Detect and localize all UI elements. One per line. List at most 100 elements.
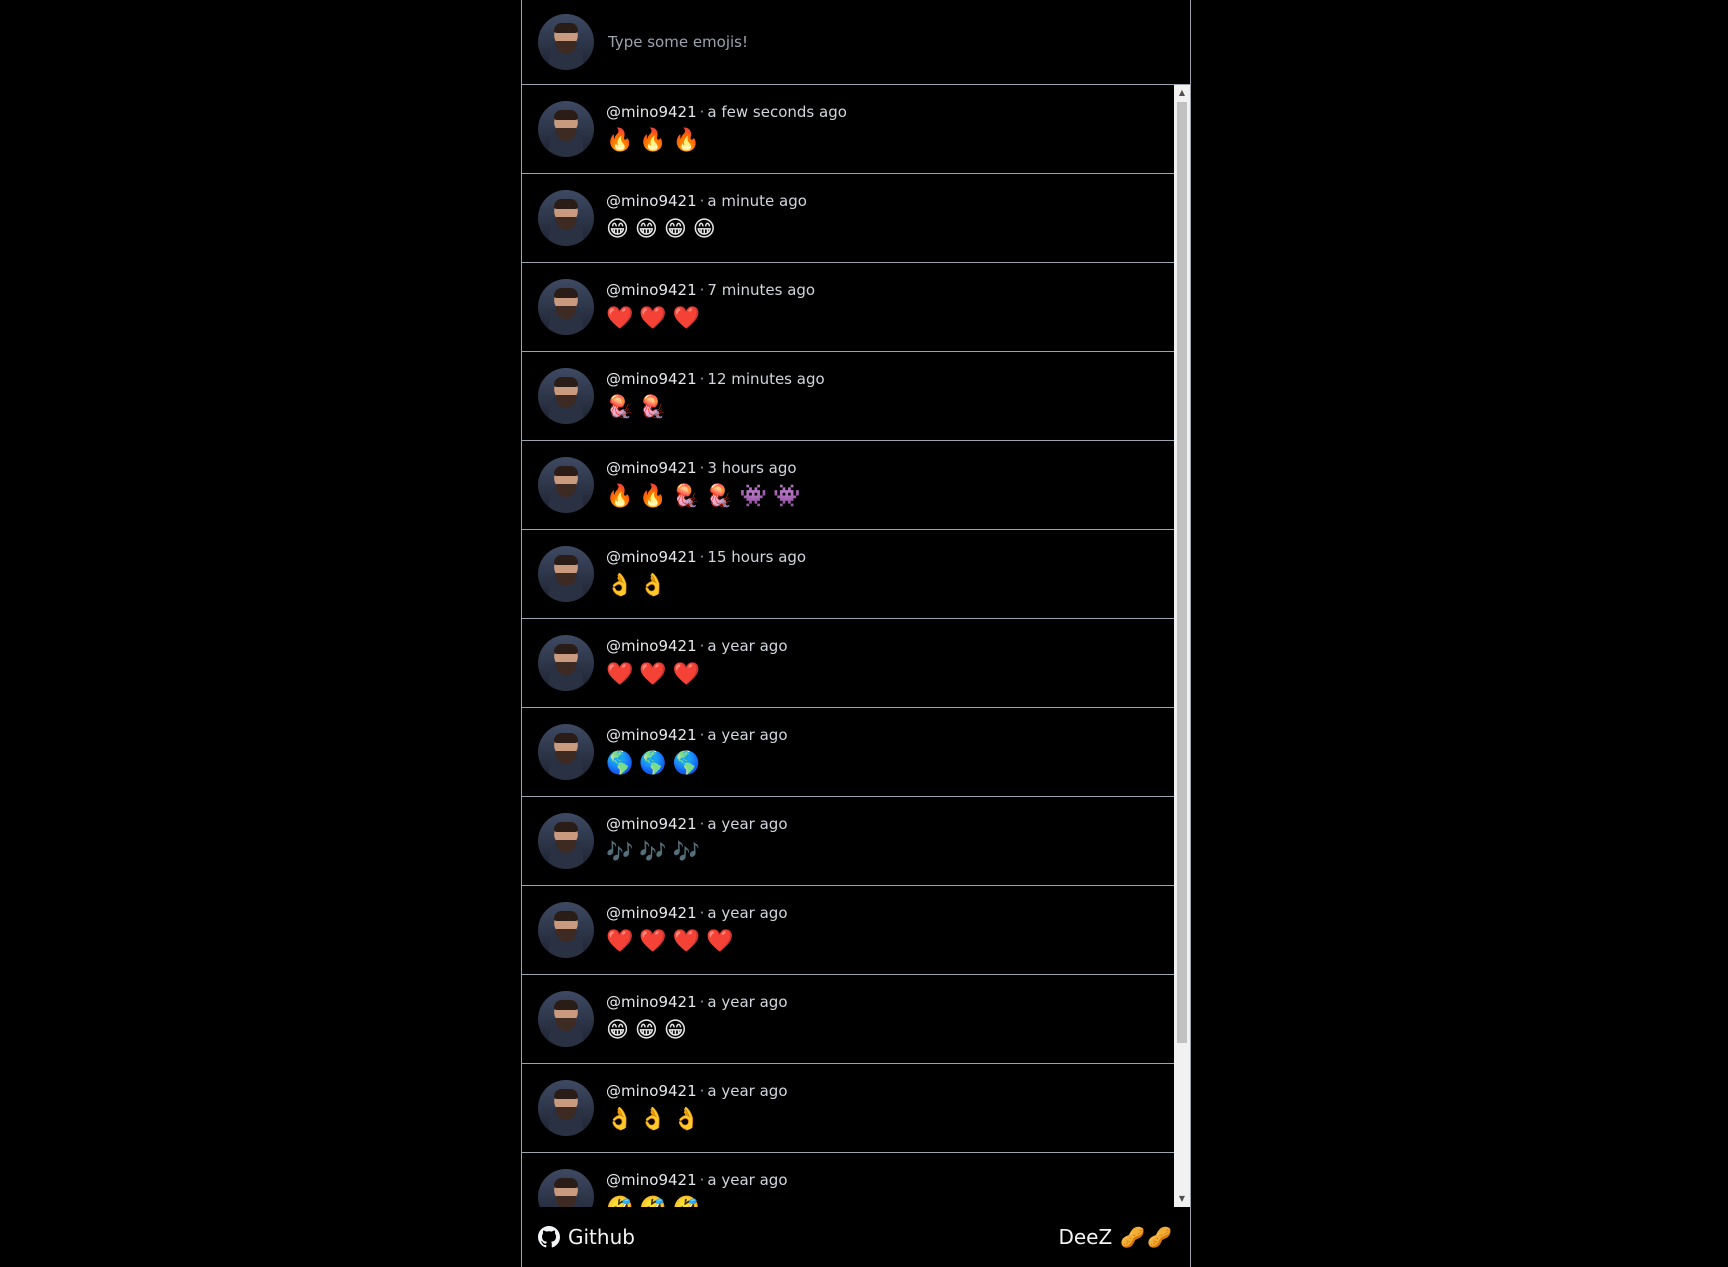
- scroll-down-icon[interactable]: ▼: [1174, 1191, 1190, 1207]
- avatar: [538, 902, 594, 958]
- meta-separator: ·: [699, 815, 705, 833]
- post-emojis: 👌👌👌: [606, 1107, 707, 1132]
- meta-separator: ·: [699, 103, 705, 121]
- meta-separator: ·: [699, 1171, 705, 1189]
- avatar: [538, 1169, 594, 1207]
- post-timestamp: a year ago: [707, 637, 788, 655]
- post-meta: @mino9421 · a year ago: [606, 1081, 788, 1101]
- post-emojis: 👌👌: [606, 573, 673, 598]
- post-emojis: ❤️❤️❤️❤️: [606, 929, 740, 954]
- github-link[interactable]: Github: [538, 1225, 635, 1249]
- post-timestamp: a year ago: [707, 815, 788, 833]
- meta-separator: ·: [699, 637, 705, 655]
- meta-separator: ·: [699, 993, 705, 1011]
- post-body: @mino9421 · a year ago 👌👌👌: [606, 1081, 788, 1135]
- post-item: @mino9421 · a year ago ❤️❤️❤️❤️: [522, 886, 1176, 975]
- post-username[interactable]: @mino9421: [606, 1171, 697, 1189]
- post-meta: @mino9421 · a year ago: [606, 992, 788, 1012]
- post-emojis: 🎶🎶🎶: [606, 840, 707, 865]
- post-item: @mino9421 · a year ago 👌👌👌: [522, 1064, 1176, 1153]
- post-item: @mino9421 · a year ago 🌎🌎🌎: [522, 708, 1176, 797]
- avatar: [538, 14, 594, 70]
- post-emojis: 🪼🪼: [606, 395, 673, 420]
- avatar: [538, 813, 594, 869]
- post-username[interactable]: @mino9421: [606, 1082, 697, 1100]
- post-username[interactable]: @mino9421: [606, 192, 697, 210]
- app-container: @mino9421·a few seconds ago🔥🔥🔥@mino9421·…: [521, 0, 1191, 1267]
- post-meta: @mino9421 · 15 hours ago: [606, 547, 806, 567]
- post-feed: @mino9421 · a few seconds ago 🔥🔥🔥 @mino9421 ·…: [522, 85, 1176, 1207]
- post-body: @mino9421 · a year ago 🌎🌎🌎: [606, 725, 788, 779]
- post-item: @mino9421 · 7 minutes ago ❤️❤️❤️: [522, 263, 1176, 352]
- post-emojis: 😁😁😁😁: [606, 217, 722, 242]
- post-item: @mino9421 · 15 hours ago 👌👌: [522, 530, 1176, 619]
- avatar: [538, 635, 594, 691]
- post-timestamp: 15 hours ago: [707, 548, 807, 566]
- post-emojis: 🌎🌎🌎: [606, 751, 707, 776]
- meta-separator: ·: [699, 548, 705, 566]
- brand: DeeZ 🥜🥜: [1058, 1225, 1174, 1249]
- meta-separator: ·: [699, 1082, 705, 1100]
- post-emojis: 🔥🔥🔥: [606, 128, 707, 153]
- post-emojis: 😁😁😁: [606, 1018, 693, 1043]
- post-timestamp: a few seconds ago: [707, 103, 847, 121]
- github-label: Github: [568, 1225, 635, 1249]
- avatar: [538, 724, 594, 780]
- post-username[interactable]: @mino9421: [606, 993, 697, 1011]
- post-timestamp: a year ago: [707, 1171, 788, 1189]
- scroll-up-icon[interactable]: ▲: [1174, 85, 1190, 101]
- vertical-scrollbar[interactable]: ▲ ▼: [1174, 85, 1190, 1207]
- post-item: @mino9421 · a year ago 🎶🎶🎶: [522, 797, 1176, 886]
- post-timestamp: 3 hours ago: [707, 459, 797, 477]
- post-item: @mino9421 · a minute ago 😁😁😁😁: [522, 174, 1176, 263]
- post-emojis: 🤣🤣🤣: [606, 1194, 788, 1207]
- post-username[interactable]: @mino9421: [606, 904, 697, 922]
- brand-emoji: 🥜🥜: [1120, 1225, 1174, 1249]
- post-item: @mino9421 · 12 minutes ago 🪼🪼: [522, 352, 1176, 441]
- post-username[interactable]: @mino9421: [606, 370, 697, 388]
- scroll-thumb[interactable]: [1177, 102, 1187, 1043]
- post-username[interactable]: @mino9421: [606, 815, 697, 833]
- post-item: @mino9421 · a year ago 😁😁😁: [522, 975, 1176, 1064]
- post-username[interactable]: @mino9421: [606, 548, 697, 566]
- post-meta: @mino9421 · a year ago: [606, 814, 788, 834]
- post-emojis: 🔥🔥🪼🪼👾👾: [606, 484, 807, 509]
- post-username[interactable]: @mino9421: [606, 281, 697, 299]
- post-body: @mino9421 · a year ago 😁😁😁: [606, 992, 788, 1046]
- post-timestamp: 7 minutes ago: [707, 281, 816, 299]
- avatar: [538, 101, 594, 157]
- meta-separator: ·: [699, 192, 705, 210]
- post-body: @mino9421 · 15 hours ago 👌👌: [606, 547, 806, 601]
- footer: Github DeeZ 🥜🥜: [522, 1207, 1190, 1267]
- post-timestamp: a year ago: [707, 993, 788, 1011]
- post-meta: @mino9421 · a year ago: [606, 903, 788, 923]
- post-body: @mino9421 · a year ago ❤️❤️❤️❤️: [606, 903, 788, 957]
- post-item: @mino9421 · 3 hours ago 🔥🔥🪼🪼👾👾: [522, 441, 1176, 530]
- post-emojis: ❤️❤️❤️: [606, 662, 707, 687]
- post-timestamp: a year ago: [707, 726, 788, 744]
- post-username[interactable]: @mino9421: [606, 459, 697, 477]
- emoji-input[interactable]: [606, 21, 1190, 63]
- post-meta: @mino9421 · a few seconds ago: [606, 102, 847, 122]
- post-timestamp: a minute ago: [707, 192, 807, 210]
- avatar: [538, 457, 594, 513]
- post-timestamp: a year ago: [707, 904, 788, 922]
- post-username[interactable]: @mino9421: [606, 726, 697, 744]
- post-item: @mino9421 · a few seconds ago 🔥🔥🔥: [522, 85, 1176, 174]
- post-timestamp: a year ago: [707, 1082, 788, 1100]
- post-body: @mino9421·a year ago 🤣🤣🤣: [606, 1170, 788, 1207]
- post-emojis: ❤️❤️❤️: [606, 306, 707, 331]
- post-meta: @mino9421 · 3 hours ago: [606, 458, 806, 478]
- meta-separator: ·: [699, 459, 705, 477]
- post-item: @mino9421·a year ago 🤣🤣🤣: [522, 1153, 1176, 1207]
- post-username[interactable]: @mino9421: [606, 637, 697, 655]
- avatar: [538, 190, 594, 246]
- post-body: @mino9421 · a year ago ❤️❤️❤️: [606, 636, 788, 690]
- post-body: @mino9421 · 7 minutes ago ❤️❤️❤️: [606, 280, 815, 334]
- post-username[interactable]: @mino9421: [606, 103, 697, 121]
- post-meta: @mino9421 · 7 minutes ago: [606, 280, 815, 300]
- github-icon: [538, 1226, 560, 1248]
- post-timestamp: 12 minutes ago: [707, 370, 825, 388]
- post-meta: @mino9421 · a year ago: [606, 725, 788, 745]
- post-body: @mino9421 · a year ago 🎶🎶🎶: [606, 814, 788, 868]
